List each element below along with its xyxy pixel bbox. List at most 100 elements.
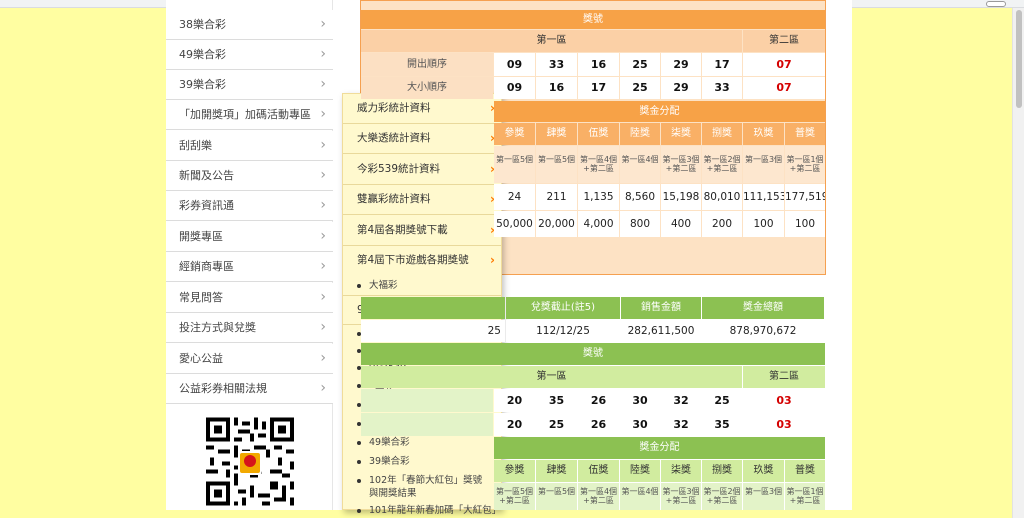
table-title: 獎號	[361, 343, 825, 365]
page-scrollbar[interactable]	[1012, 8, 1024, 518]
drawn-number: 26	[578, 389, 619, 412]
prize-column-header: 伍獎	[578, 460, 619, 482]
chevron-right-icon: ›	[320, 76, 326, 92]
chevron-right-icon: ›	[320, 137, 326, 153]
special-number: 03	[743, 413, 825, 436]
nav-item[interactable]: 新聞及公告 ›	[166, 161, 333, 191]
nav-item-label: 常見問答	[179, 291, 223, 304]
nav-item[interactable]: 「加開獎項」加碼活動專區 ›	[166, 100, 333, 130]
prize-amount: 800	[620, 211, 660, 237]
info-value: 25	[361, 320, 505, 342]
submenu-link[interactable]: 102年「春節大紅包」獎號	[357, 474, 482, 487]
prize-condition: 第一區3個+第二區	[661, 483, 701, 510]
info-header: 銷售金額	[621, 297, 701, 319]
chevron-right-icon: ›	[320, 167, 326, 183]
nav-item[interactable]: 投注方式與兌獎 ›	[166, 313, 333, 343]
drawn-number: 09	[494, 77, 535, 99]
drawn-number: 35	[702, 413, 742, 436]
row-label: 開出順序	[361, 53, 493, 76]
nav-item[interactable]: 彩券資訊通 ›	[166, 191, 333, 221]
prize-amount: 50,000	[494, 211, 535, 237]
nav-item-label: 彩券資訊通	[179, 199, 234, 212]
prize-column-header: 陸獎	[620, 460, 660, 482]
drawn-number: 25	[702, 389, 742, 412]
dropdown-item[interactable]: 今彩539統計資料 ›	[343, 155, 501, 185]
zone-two-header: 第二區	[743, 30, 825, 52]
nav-item[interactable]: 開獎專區 ›	[166, 222, 333, 252]
winner-count: 111,153	[743, 184, 784, 210]
prize-amount: 100	[743, 211, 784, 237]
dropdown-item[interactable]: 第4屆各期獎號下載 ›	[343, 216, 501, 246]
prize-column-header: 捌獎	[702, 460, 742, 482]
row-label-cell	[361, 413, 493, 436]
dropdown-item[interactable]: 雙贏彩統計資料 ›	[343, 185, 501, 215]
drawn-number: 30	[620, 413, 660, 436]
info-value: 112/12/25	[506, 320, 620, 342]
prize-amount: 200	[702, 211, 742, 237]
submenu-link[interactable]: 49樂合彩	[357, 436, 410, 449]
nav-item-label: 投注方式與兌獎	[179, 321, 256, 334]
dropdown-item[interactable]: 大樂透統計資料 ›	[343, 124, 501, 154]
chevron-right-icon: ›	[320, 258, 326, 274]
nav-item[interactable]: 刮刮樂 ›	[166, 131, 333, 161]
prize-column-header: 玖獎	[743, 460, 784, 482]
prize-condition: 第一區5個	[536, 483, 577, 510]
drawn-number: 33	[536, 53, 577, 76]
drawn-number: 25	[620, 77, 660, 99]
chevron-right-icon: ›	[320, 46, 326, 62]
drawn-number: 16	[536, 77, 577, 99]
prize-condition: 第一區2個+第二區	[702, 146, 742, 183]
nav-item[interactable]: 39樂合彩 ›	[166, 70, 333, 100]
nav-item-label: 「加開獎項」加碼活動專區	[179, 108, 311, 121]
drawn-number: 20	[494, 413, 535, 436]
prize-condition: 第一區5個	[494, 146, 535, 183]
submenu-link[interactable]: 39樂合彩	[357, 455, 410, 468]
prize-amount: 20,000	[536, 211, 577, 237]
nav-item[interactable]: 38樂合彩 ›	[166, 10, 333, 40]
drawn-number: 09	[494, 53, 535, 76]
prize-condition: 第一區3個+第二區	[661, 146, 701, 183]
dropdown-item[interactable]: 第4屆下市遊戲各期獎號 ›	[343, 246, 501, 276]
scrollbar-thumb[interactable]	[1016, 10, 1022, 108]
chevron-right-icon: ›	[320, 289, 326, 305]
drawn-number: 33	[702, 77, 742, 99]
nav-item-label: 開獎專區	[179, 230, 223, 243]
submenu-link[interactable]: 與開獎結果	[357, 487, 417, 500]
nav-item[interactable]: 常見問答 ›	[166, 283, 333, 313]
browser-control-icon[interactable]	[986, 1, 1006, 7]
prize-column-header: 肆獎	[536, 123, 577, 145]
nav-item-label: 公益彩券相關法規	[179, 382, 267, 395]
chevron-right-icon: ›	[320, 228, 326, 244]
nav-item[interactable]: 經銷商專區 ›	[166, 252, 333, 282]
nav-item-label: 新聞及公告	[179, 169, 234, 182]
prize-column-header: 捌獎	[702, 123, 742, 145]
prize-amount: 100	[785, 211, 825, 237]
winner-count: 24	[494, 184, 535, 210]
prize-column-header: 普獎	[785, 460, 825, 482]
nav-item-label: 刮刮樂	[179, 139, 212, 152]
info-header-cell	[361, 297, 505, 319]
winner-count: 211	[536, 184, 577, 210]
prize-condition: 第一區3個	[743, 146, 784, 183]
chevron-right-icon: ›	[320, 319, 326, 335]
prize-condition: 第一區3個	[743, 483, 784, 510]
prize-column-header: 玖獎	[743, 123, 784, 145]
winner-count: 15,198	[661, 184, 701, 210]
nav-item[interactable]: 愛心公益 ›	[166, 344, 333, 374]
drawn-number: 25	[620, 53, 660, 76]
submenu-link[interactable]: 101年龍年新春加碼「大紅包」	[357, 504, 501, 517]
special-number: 03	[743, 389, 825, 412]
nav-item[interactable]: 49樂合彩 ›	[166, 40, 333, 70]
prize-column-header: 柒獎	[661, 460, 701, 482]
drawn-number: 29	[661, 53, 701, 76]
submenu-link[interactable]: 大福彩	[357, 279, 398, 292]
chevron-right-icon: ›	[320, 197, 326, 213]
drawn-number: 20	[494, 389, 535, 412]
zone-one-header: 第一區	[361, 30, 742, 52]
drawn-number: 35	[536, 389, 577, 412]
table-title: 獎號	[361, 10, 825, 29]
dropdown-item-label: 大樂透統計資料	[357, 132, 431, 144]
info-header: 兌獎截止(註5)	[506, 297, 620, 319]
nav-item[interactable]: 公益彩券相關法規 ›	[166, 374, 333, 404]
chevron-right-icon: ›	[320, 16, 326, 32]
